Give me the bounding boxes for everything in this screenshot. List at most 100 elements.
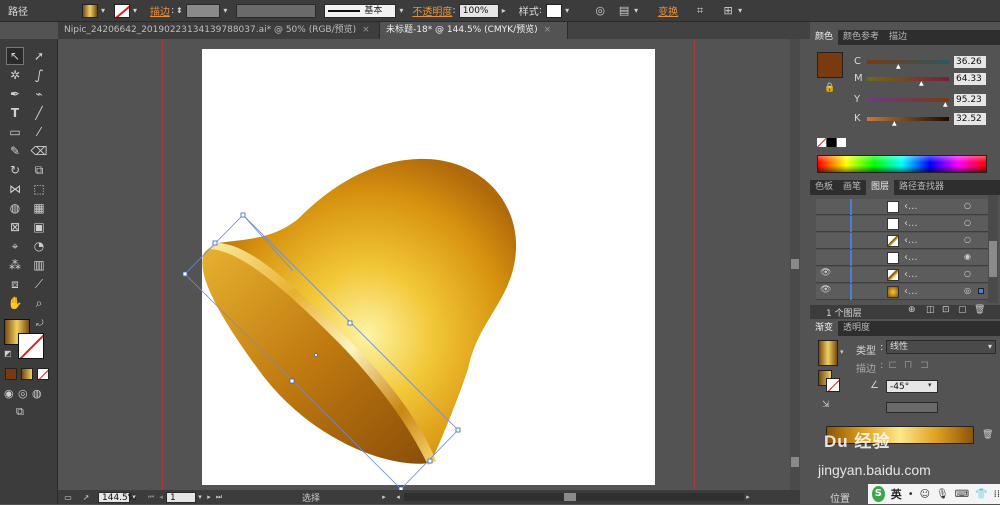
symbol-sprayer-tool-icon[interactable]: ⁂ [6, 256, 24, 274]
color-mode-button[interactable] [5, 368, 17, 380]
tab-color-guide[interactable]: 颜色参考 [838, 30, 884, 45]
variable-width-dropdown[interactable] [236, 3, 317, 18]
opacity-label[interactable]: 不透明度 [412, 3, 452, 18]
tab-brushes[interactable]: 画笔 [838, 180, 866, 195]
channel-value-k[interactable]: 32.52 [954, 113, 986, 125]
width-tool-icon[interactable]: ⋈ [6, 180, 24, 198]
trash-icon[interactable]: 🗑 [974, 305, 985, 315]
curvature-tool-icon[interactable]: ⌁ [30, 85, 48, 103]
scroll-right-icon[interactable]: ▸ [744, 493, 752, 501]
stroke-swatch[interactable] [114, 3, 130, 18]
chevron-down-icon[interactable]: ▾ [130, 6, 140, 15]
zoom-tool-icon[interactable]: ⌕ [30, 294, 48, 312]
rectangle-tool-icon[interactable]: ▭ [6, 123, 24, 141]
tools-grid-icon[interactable]: ⁞⁞ [994, 489, 1000, 500]
mesh-tool-icon[interactable]: ⊠ [6, 218, 24, 236]
canvas-area[interactable] [58, 39, 800, 490]
microphone-icon[interactable]: 🎙 [936, 489, 949, 500]
scroll-left-icon[interactable]: ◂ [394, 493, 402, 501]
tab-transparency[interactable]: 透明度 [838, 321, 875, 336]
channel-thumb-k[interactable]: ▲ [892, 120, 897, 127]
channel-thumb-c[interactable]: ▲ [896, 63, 901, 70]
layer-row[interactable]: ‹... ○ [816, 233, 988, 249]
eye-icon[interactable]: 👁 [820, 285, 831, 295]
swap-fill-stroke-icon[interactable]: ⤾ [36, 319, 44, 329]
gradient-mode-button[interactable] [21, 368, 33, 380]
new-layer-icon[interactable]: ▢ [958, 305, 967, 315]
tab-color[interactable]: 颜色 [810, 30, 839, 45]
chevron-down-icon[interactable]: ▾ [396, 6, 406, 15]
channel-value-y[interactable]: 95.23 [954, 94, 986, 106]
target-icon[interactable]: ○ [964, 201, 971, 210]
next-page-icon[interactable]: ▸ [204, 493, 214, 501]
scale-tool-icon[interactable]: ⧉ [30, 161, 48, 179]
prev-page-icon[interactable]: ◂ [156, 493, 166, 501]
chevron-down-icon[interactable]: ▾ [196, 493, 204, 501]
layer-row[interactable]: 👁 ‹... ◎ [816, 284, 988, 300]
artboard-nav-icon[interactable]: ▭ [62, 493, 74, 502]
close-icon[interactable]: × [544, 25, 552, 35]
channel-track-c[interactable] [867, 60, 949, 64]
isolate-icon[interactable]: ⌗ [692, 4, 708, 18]
black-swatch[interactable] [827, 138, 836, 147]
blend-tool-icon[interactable]: ◔ [30, 237, 48, 255]
horizontal-scrollbar[interactable] [404, 493, 744, 501]
ime-language-label[interactable]: 英 [891, 486, 902, 502]
eraser-tool-icon[interactable]: ⌫ [30, 142, 48, 160]
eyedropper-tool-icon[interactable]: ⌖ [6, 237, 24, 255]
bell-artwork[interactable] [58, 39, 800, 490]
channel-track-k[interactable] [867, 117, 949, 121]
layer-row[interactable]: ‹... ○ [816, 199, 988, 215]
keyboard-icon[interactable]: ⌨ [955, 489, 969, 500]
pencil-tool-icon[interactable]: ✎ [6, 142, 24, 160]
page-field[interactable]: 1 [166, 491, 196, 503]
hand-tool-icon[interactable]: ✋ [6, 294, 24, 312]
layer-row[interactable]: 👁 ‹... ○ [816, 267, 988, 283]
artboard-tool-icon[interactable]: ⧈ [6, 275, 24, 293]
new-sublayer-icon[interactable]: ⊡ [942, 305, 950, 315]
draw-inside-icon[interactable]: ◍ [32, 387, 42, 400]
stroke-label[interactable]: 描边 [150, 3, 170, 18]
direct-selection-tool-icon[interactable]: ➚ [30, 47, 48, 65]
rotate-tool-icon[interactable]: ↻ [6, 161, 24, 179]
aspect-ratio-icon[interactable]: ⇲ [822, 400, 830, 410]
slice-tool-icon[interactable]: ⟋ [30, 275, 48, 293]
selection-tool-icon[interactable]: ↖ [6, 47, 24, 65]
share-icon[interactable]: ↗ [80, 493, 92, 502]
stroke-weight-stepper[interactable]: ⬍ [174, 6, 184, 15]
draw-mode-icon[interactable]: ◉ [4, 387, 14, 400]
tab-pathfinder[interactable]: 路径查找器 [894, 180, 949, 195]
trash-icon[interactable]: 🗑 [982, 430, 993, 440]
draw-behind-icon[interactable]: ◎ [18, 387, 28, 400]
emoji-icon[interactable]: ☺ [920, 489, 930, 500]
chevron-right-icon[interactable]: ▸ [499, 6, 509, 15]
target-icon[interactable]: ○ [964, 269, 971, 278]
line-tool-icon[interactable]: ╱ [30, 104, 48, 122]
status-menu-icon[interactable]: ▸ [380, 493, 388, 501]
channel-thumb-y[interactable]: ▲ [943, 101, 948, 108]
chevron-down-icon[interactable]: ▾ [562, 6, 572, 15]
target-icon[interactable]: ◉ [964, 252, 971, 261]
stroke-along-icon[interactable]: ⊓ [904, 358, 913, 371]
layer-row[interactable]: ‹... ○ [816, 216, 988, 232]
free-transform-tool-icon[interactable]: ⬚ [30, 180, 48, 198]
paintbrush-tool-icon[interactable]: ⁄ [30, 123, 48, 141]
last-page-icon[interactable]: ⏭ [214, 493, 224, 502]
target-icon[interactable]: ○ [964, 218, 971, 227]
first-page-icon[interactable]: ⏮ [146, 493, 156, 502]
align-icon[interactable]: ▤ [616, 4, 632, 17]
close-icon[interactable]: × [362, 25, 370, 35]
punctuation-icon[interactable]: • [908, 489, 914, 500]
zoom-field[interactable]: 144.5% [98, 491, 136, 503]
tab-nipic-document[interactable]: Nipic_24206642_20190223134139788037.ai* … [58, 22, 380, 39]
screen-mode-icon[interactable]: ⧉ [16, 405, 24, 419]
gradient-preview[interactable] [818, 340, 838, 366]
stroke-within-icon[interactable]: ⊏ [888, 358, 897, 371]
type-tool-icon[interactable]: T [6, 104, 24, 122]
chevron-down-icon[interactable]: ▾ [220, 6, 230, 15]
tab-gradient[interactable]: 渐变 [810, 321, 839, 336]
sogou-ime-icon[interactable]: S [872, 486, 885, 502]
transform-label[interactable]: 变换 [658, 3, 678, 18]
chevron-down-icon[interactable]: ▾ [98, 6, 108, 15]
chevron-down-icon[interactable]: ▾ [632, 6, 640, 15]
